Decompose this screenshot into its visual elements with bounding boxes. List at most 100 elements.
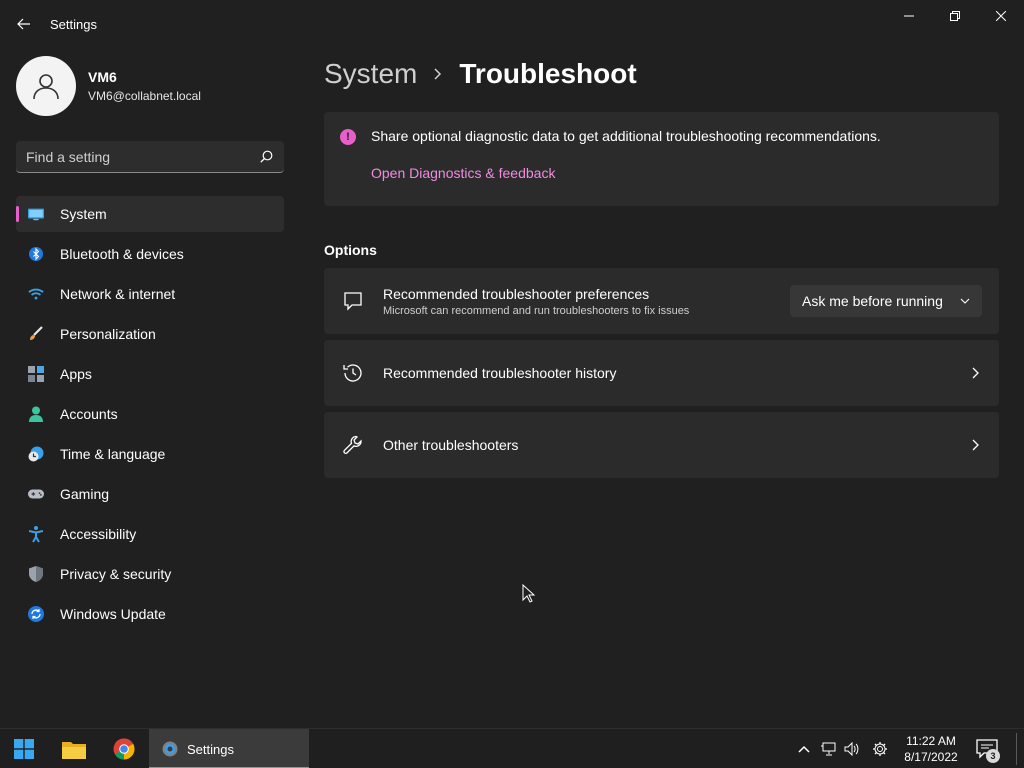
- close-icon: [996, 11, 1006, 21]
- window-title: Settings: [50, 17, 97, 32]
- sidebar-item-apps[interactable]: Apps: [16, 356, 284, 392]
- close-button[interactable]: [978, 0, 1024, 32]
- windows-logo-icon: [14, 739, 34, 759]
- sidebar-item-time-language[interactable]: Time & language: [16, 436, 284, 472]
- chevron-right-icon: [431, 67, 445, 81]
- sidebar-item-label: Accessibility: [60, 526, 137, 542]
- settings-taskbar-label: Settings: [187, 741, 234, 757]
- history-icon: [342, 362, 364, 384]
- troubleshooter-preferences-row: Recommended troubleshooter preferences M…: [324, 268, 999, 334]
- sidebar-item-bluetooth[interactable]: Bluetooth & devices: [16, 236, 284, 272]
- wrench-icon: [342, 434, 364, 456]
- history-title: Recommended troubleshooter history: [383, 365, 617, 381]
- mouse-cursor-icon: [522, 584, 536, 603]
- sidebar-item-network[interactable]: Network & internet: [16, 276, 284, 312]
- volume-tray-button[interactable]: [842, 729, 862, 768]
- user-profile[interactable]: VM6 VM6@collabnet.local: [16, 56, 201, 116]
- sidebar-item-label: Gaming: [60, 486, 110, 502]
- clock-globe-icon: [28, 446, 44, 462]
- gear-icon: [873, 742, 887, 756]
- dropdown-selected-value: Ask me before running: [802, 293, 943, 309]
- sidebar-item-personalization[interactable]: Personalization: [16, 316, 284, 352]
- preferences-title: Recommended troubleshooter preferences: [383, 285, 650, 302]
- clock-time: 11:22 AM: [906, 734, 956, 748]
- brush-icon: [28, 326, 44, 342]
- sidebar-item-label: Network & internet: [60, 286, 176, 302]
- sidebar-item-windows-update[interactable]: Windows Update: [16, 596, 284, 632]
- search-input[interactable]: [26, 148, 258, 165]
- chrome-button[interactable]: [104, 729, 144, 768]
- person-icon: [28, 406, 44, 422]
- taskbar: Settings 11:22 AM 8/17/2022 3: [0, 728, 1024, 768]
- sidebar-item-accounts[interactable]: Accounts: [16, 396, 284, 432]
- settings-gear-icon: [162, 741, 178, 757]
- restore-button[interactable]: [932, 0, 978, 32]
- settings-window: Settings VM6 VM6@collabnet.local Find a …: [0, 0, 1024, 728]
- start-button[interactable]: [4, 729, 44, 768]
- show-hidden-icons-button[interactable]: [794, 729, 814, 768]
- chevron-down-icon: [960, 296, 970, 306]
- back-arrow-icon: [17, 18, 30, 30]
- person-avatar-icon: [33, 74, 59, 100]
- ethernet-icon: [821, 742, 836, 756]
- update-icon: [28, 606, 44, 622]
- sidebar-item-label: Privacy & security: [60, 566, 172, 582]
- minimize-button[interactable]: [886, 0, 932, 32]
- show-desktop-button[interactable]: [1016, 733, 1017, 765]
- bluetooth-icon: [28, 246, 44, 262]
- chevron-right-icon: [969, 439, 981, 451]
- minimize-icon: [904, 15, 914, 17]
- other-troubleshooters-row[interactable]: Other troubleshooters: [324, 412, 999, 478]
- sidebar-item-label: Apps: [60, 366, 92, 382]
- apps-icon: [28, 366, 44, 382]
- sidebar-nav: System Bluetooth & devices Network & int…: [16, 196, 284, 636]
- chrome-icon: [113, 738, 135, 760]
- shield-icon: [28, 566, 44, 582]
- sidebar-item-system[interactable]: System: [16, 196, 284, 232]
- breadcrumb-parent[interactable]: System: [324, 58, 417, 90]
- settings-tray-button[interactable]: [870, 729, 890, 768]
- network-tray-button[interactable]: [818, 729, 838, 768]
- clock-date: 8/17/2022: [904, 750, 958, 764]
- restore-icon: [950, 11, 960, 21]
- info-icon: !: [340, 129, 356, 145]
- gamepad-icon: [28, 486, 44, 502]
- chevron-right-icon: [969, 367, 981, 379]
- sidebar-item-label: Personalization: [60, 326, 156, 342]
- profile-name: VM6: [88, 69, 117, 85]
- sidebar-item-label: Windows Update: [60, 606, 166, 622]
- breadcrumb: System Troubleshoot: [324, 58, 637, 90]
- profile-email: VM6@collabnet.local: [88, 89, 201, 103]
- sidebar-item-label: Bluetooth & devices: [60, 246, 184, 262]
- preferences-dropdown[interactable]: Ask me before running: [790, 285, 982, 317]
- open-diagnostics-link[interactable]: Open Diagnostics & feedback: [371, 165, 555, 181]
- sidebar-item-accessibility[interactable]: Accessibility: [16, 516, 284, 552]
- sidebar-item-privacy[interactable]: Privacy & security: [16, 556, 284, 592]
- back-button[interactable]: [10, 12, 38, 36]
- speaker-icon: [844, 742, 859, 756]
- chat-bubble-icon: [342, 290, 364, 312]
- title-bar: Settings: [0, 0, 1024, 48]
- sidebar-item-gaming[interactable]: Gaming: [16, 476, 284, 512]
- diagnostics-card: ! Share optional diagnostic data to get …: [324, 112, 999, 206]
- search-icon[interactable]: [258, 149, 274, 165]
- sidebar-item-label: System: [60, 206, 107, 222]
- troubleshooter-history-row[interactable]: Recommended troubleshooter history: [324, 340, 999, 406]
- file-explorer-button[interactable]: [54, 729, 94, 768]
- search-box[interactable]: [16, 141, 284, 173]
- folder-icon: [62, 742, 86, 759]
- chevron-up-icon: [798, 745, 810, 753]
- sidebar-item-label: Time & language: [60, 446, 166, 462]
- settings-taskbar-button[interactable]: Settings: [149, 729, 309, 768]
- avatar: [16, 56, 76, 116]
- other-troubleshooters-title: Other troubleshooters: [383, 437, 519, 453]
- page-title: Troubleshoot: [459, 58, 637, 89]
- notification-count-badge: 3: [986, 749, 1000, 763]
- sidebar-item-label: Accounts: [60, 406, 118, 422]
- preferences-subtitle: Microsoft can recommend and run troubles…: [383, 304, 690, 317]
- options-section-title: Options: [324, 242, 377, 258]
- wifi-icon: [28, 286, 44, 302]
- diagnostics-message: Share optional diagnostic data to get ad…: [371, 128, 881, 144]
- taskbar-clock[interactable]: 11:22 AM 8/17/2022: [898, 733, 964, 765]
- accessibility-icon: [28, 525, 44, 543]
